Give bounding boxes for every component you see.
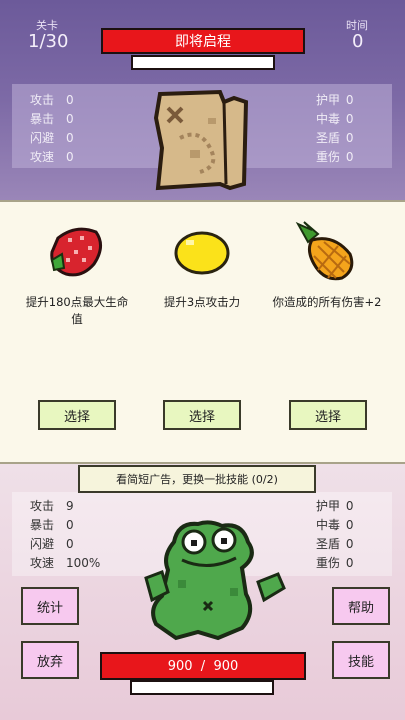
enemy-stat-shield: 圣盾 0 [316,131,354,145]
strawberry-icon [50,227,102,277]
stats-button[interactable]: 统计 [21,587,79,625]
choose-button-1[interactable]: 选择 [38,400,116,430]
player-stat-speed: 攻速 100% [30,556,101,570]
choice-2-description: 提升3点攻击力 [163,295,241,309]
enemy-stat-armor: 护甲 0 [316,93,354,107]
choose-button-3[interactable]: 选择 [289,400,367,430]
enemy-stat-attack: 攻击 0 [30,93,74,107]
player-stat-poison: 中毒 0 [316,518,354,532]
choice-1-description: 提升180点最大生命值 [25,295,129,326]
player-shield-bar [130,680,274,695]
treasure-map-icon [153,89,249,191]
help-button[interactable]: 帮助 [332,587,390,625]
choose-button-2[interactable]: 选择 [163,400,241,430]
player-right-stats: 护甲 0 中毒 0 圣盾 0 重伤 0 [316,497,353,573]
lemon-icon [174,231,230,275]
player-stat-armor: 护甲 0 [316,499,354,513]
player-stat-shield: 圣盾 0 [316,537,354,551]
player-stat-dodge: 闪避 0 [30,537,74,551]
enemy-stat-crit: 暴击 0 [30,112,74,126]
player-stat-attack: 攻击 9 [30,499,74,513]
enemy-stat-speed: 攻速 0 [30,150,74,164]
enemy-hp-bar [131,55,275,70]
stage-banner: 即将启程 [101,28,305,54]
give-up-button[interactable]: 放弃 [21,641,79,679]
player-hp-text: 900 / 900 [167,658,239,674]
time-value: 0 [352,31,364,52]
player-panel: 攻击 9 暴击 0 闪避 0 攻速 100% 护甲 0 中毒 0 圣盾 0 重伤 0 统… [0,464,405,720]
level-value: 1/30 [28,31,69,52]
skills-button[interactable]: 技能 [332,641,390,679]
enemy-panel: 关卡 1/30 时间 0 即将启程 攻击 0 暴击 0 闪避 0 攻速 0 护甲 0 中… [0,0,405,200]
player-stat-wound: 重伤 0 [316,556,354,570]
player-left-stats: 攻击 9 暴击 0 闪避 0 攻速 100% [30,497,100,573]
watch-ad-reroll-button[interactable]: 看简短广告，更换一批技能 (0/2) [78,465,316,493]
enemy-left-stats: 攻击 0 暴击 0 闪避 0 攻速 0 [30,91,74,167]
player-stat-crit: 暴击 0 [30,518,74,532]
enemy-stat-wound: 重伤 0 [316,150,354,164]
pineapple-icon [295,221,354,281]
player-hp-bar: 900 / 900 [100,652,306,680]
frog-icon [144,520,286,641]
skill-choice-panel: 提升180点最大生命值 提升3点攻击力 你造成的所有伤害+2 选择 选择 选择 [0,200,405,464]
choice-3-description: 你造成的所有伤害+2 [272,295,382,309]
enemy-stat-dodge: 闪避 0 [30,131,74,145]
enemy-stat-poison: 中毒 0 [316,112,354,126]
enemy-right-stats: 护甲 0 中毒 0 圣盾 0 重伤 0 [316,91,353,167]
